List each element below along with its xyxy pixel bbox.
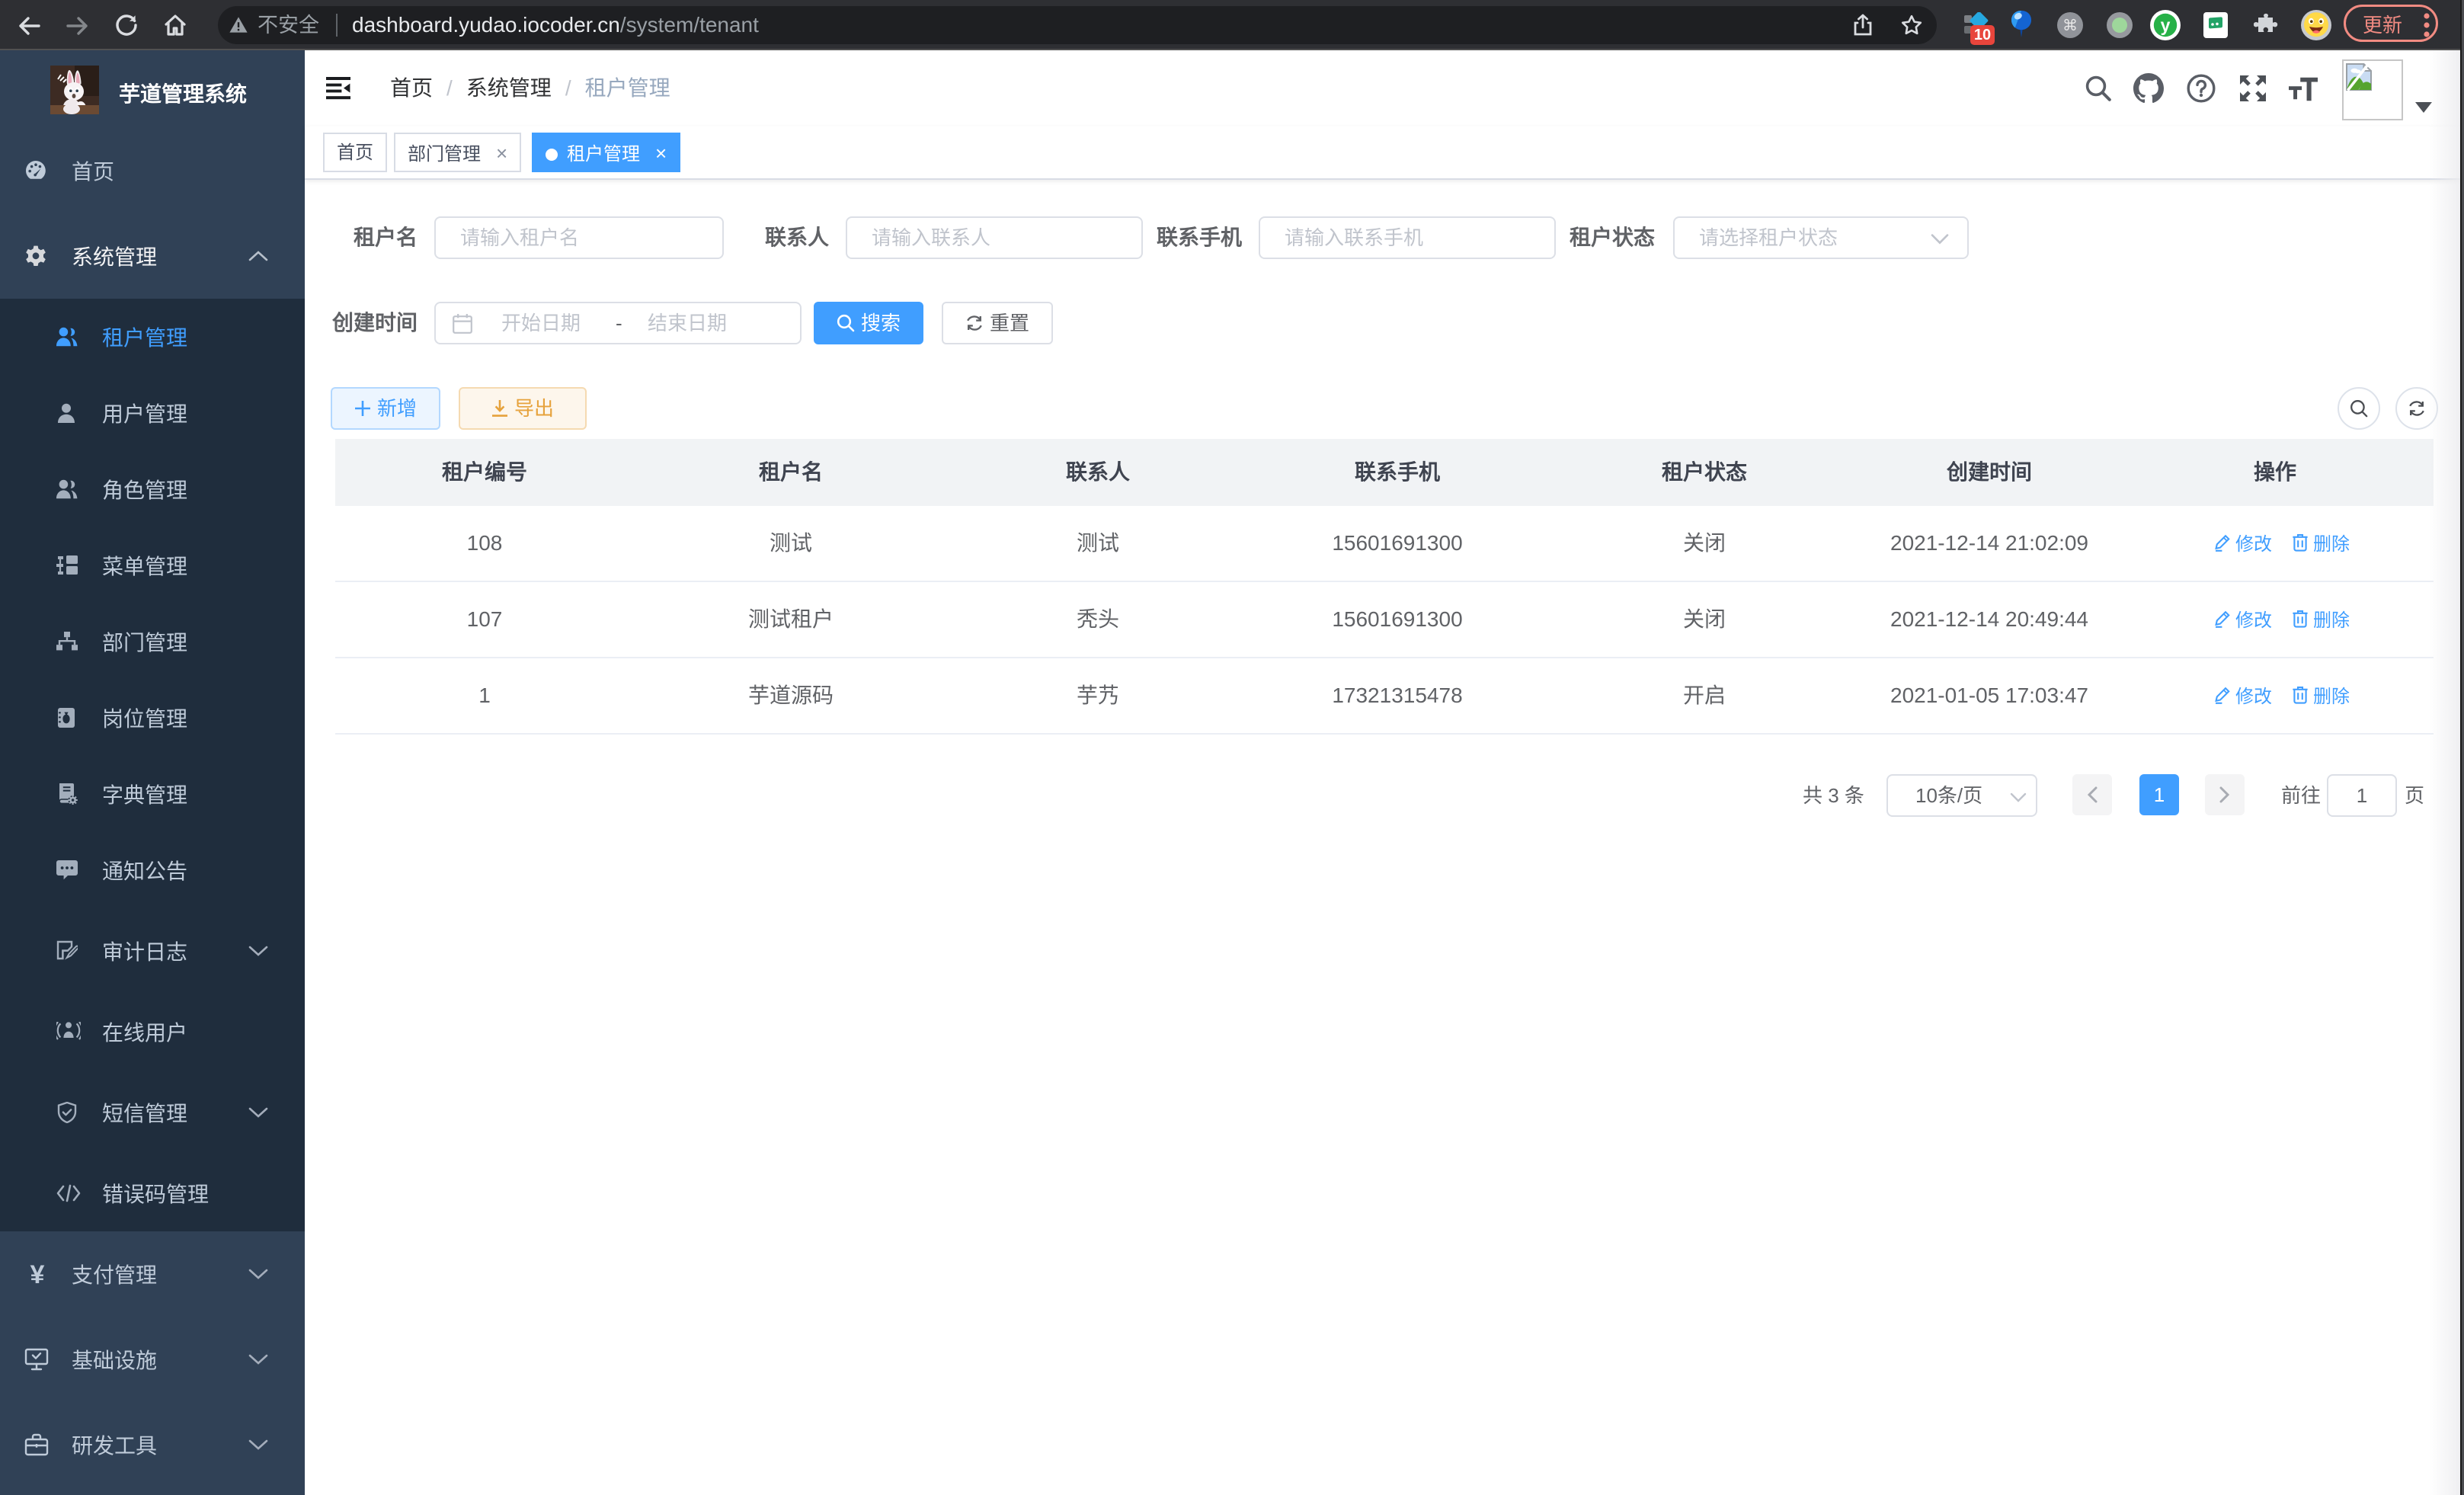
svg-text:y: y (2161, 15, 2171, 35)
svg-text:⌘: ⌘ (2062, 18, 2078, 34)
svg-text:¥: ¥ (30, 1262, 45, 1286)
